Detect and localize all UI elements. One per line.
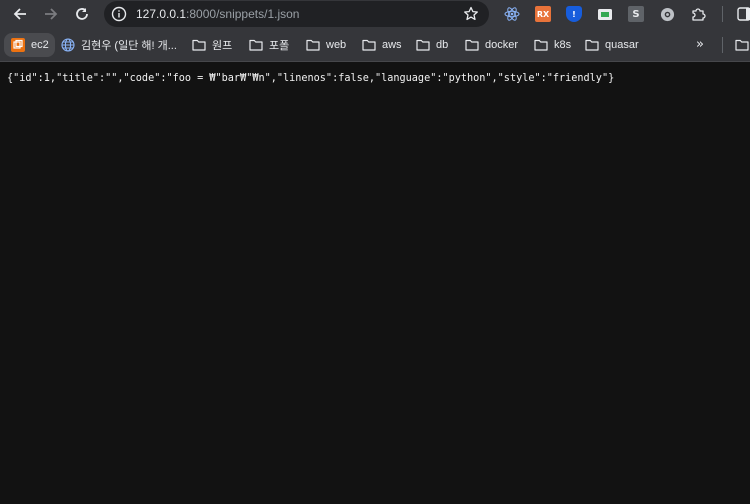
folder-icon: [248, 37, 264, 53]
folder-icon: [734, 37, 750, 53]
bookmark-folder-db[interactable]: db: [415, 33, 448, 57]
bookmark-ec2[interactable]: ec2: [4, 33, 55, 57]
arrow-left-icon: [13, 8, 26, 20]
folder-icon: [305, 37, 321, 53]
more-bookmarks-chevron-icon[interactable]: »: [696, 37, 704, 52]
bookmark-label: web: [326, 39, 347, 51]
globe-icon: [60, 37, 76, 53]
bookmark-label: docker: [485, 39, 519, 51]
green-card-icon[interactable]: [597, 6, 613, 22]
bookmark-kim-hyunwoo[interactable]: 김현우 (일단 해! 개...: [60, 33, 177, 57]
url-host: 127.0.0.1: [136, 7, 187, 21]
bookmark-folder-aws[interactable]: aws: [361, 33, 402, 57]
back-button[interactable]: [9, 3, 31, 25]
forward-button[interactable]: [40, 3, 62, 25]
aws-icon: [10, 37, 26, 53]
bookmark-label: k8s: [554, 39, 572, 51]
react-icon[interactable]: [504, 6, 520, 22]
json-response-text: {"id":1,"title":"","code":"foo = ₩"bar₩"…: [7, 73, 615, 84]
arrow-right-icon: [45, 8, 58, 20]
folder-icon: [584, 37, 600, 53]
site-info-icon[interactable]: [111, 6, 127, 22]
bookmark-folder-web[interactable]: web: [305, 33, 346, 57]
bookmark-label: db: [436, 39, 449, 51]
reload-icon: [76, 8, 88, 20]
puzzle-icon[interactable]: [690, 6, 706, 22]
bookmark-label: 김현우 (일단 해! 개...: [81, 40, 177, 52]
address-bar[interactable]: 127.0.0.1:8000/snippets/1.json: [104, 1, 489, 27]
bookmark-label: 원프: [212, 40, 233, 52]
all-bookmarks-folder[interactable]: [734, 33, 750, 57]
bookmark-folder-popol[interactable]: 포폴: [248, 33, 289, 57]
bookmarks-divider: [722, 37, 723, 53]
bookmark-folder-wonpeu[interactable]: 원프: [191, 33, 232, 57]
bookmark-folder-k8s[interactable]: k8s: [533, 33, 571, 57]
bookmark-label: 포폴: [269, 40, 290, 52]
gear-ext-icon[interactable]: [659, 6, 675, 22]
toolbar-divider: [722, 6, 723, 22]
bookmark-folder-quasar[interactable]: quasar: [584, 33, 639, 57]
bookmark-label: quasar: [605, 39, 639, 51]
url-path: :8000/snippets/1.json: [186, 7, 300, 21]
bookmark-label: ec2: [31, 39, 49, 51]
bookmark-label: aws: [382, 39, 402, 51]
folder-icon: [361, 37, 377, 53]
folder-icon: [533, 37, 549, 53]
s-icon[interactable]: S: [628, 6, 644, 22]
url-text[interactable]: 127.0.0.1:8000/snippets/1.json: [136, 1, 299, 27]
folder-icon: [464, 37, 480, 53]
browser-toolbar: 127.0.0.1:8000/snippets/1.json RX ! S: [0, 0, 750, 29]
side-panel-icon[interactable]: [736, 6, 750, 22]
bookmark-folder-docker[interactable]: docker: [464, 33, 518, 57]
bookmarks-bar: ec2 김현우 (일단 해! 개... 원프 포폴 web aws db doc…: [0, 29, 750, 62]
bookmark-star-icon[interactable]: [463, 6, 479, 22]
reload-button[interactable]: [71, 3, 93, 25]
rss-icon[interactable]: RX: [535, 6, 551, 22]
folder-icon: [415, 37, 431, 53]
bitwarden-icon[interactable]: !: [566, 6, 582, 22]
page-content: {"id":1,"title":"","code":"foo = ₩"bar₩"…: [0, 63, 750, 504]
folder-icon: [191, 37, 207, 53]
